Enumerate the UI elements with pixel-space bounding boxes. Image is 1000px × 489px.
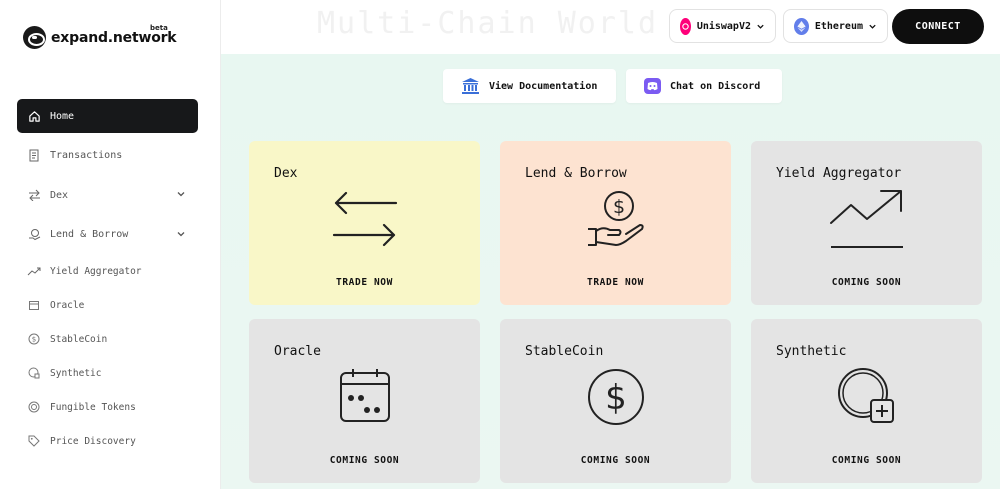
sidebar-item-dex[interactable]: Dex — [17, 178, 198, 212]
sidebar-nav: Home Transactions Dex Lend & Borrow Yiel… — [17, 99, 198, 461]
card-title: Oracle — [274, 344, 321, 359]
chevron-down-icon — [868, 22, 877, 31]
calendar-icon — [249, 367, 480, 425]
receipt-icon — [27, 149, 41, 163]
sidebar-item-label: Dex — [50, 189, 69, 201]
card-title: StableCoin — [525, 344, 604, 359]
beta-badge: beta — [150, 24, 168, 32]
header-ghost-title: Multi-Chain World — [317, 6, 659, 41]
chevron-down-icon[interactable] — [176, 229, 186, 239]
top-header: Multi-Chain World UniswapV2 Ethereum — [221, 0, 1000, 54]
ethereum-icon — [794, 17, 809, 35]
tag-icon — [27, 434, 41, 448]
sidebar-item-stablecoin[interactable]: $ StableCoin — [17, 325, 198, 353]
protocol-select-value: UniswapV2 — [696, 20, 751, 32]
sidebar-item-yield-aggregator[interactable]: Yield Aggregator — [17, 257, 198, 285]
chat-on-discord-label: Chat on Discord — [670, 80, 761, 92]
swap-icon — [27, 188, 41, 202]
card-cta: COMING SOON — [580, 455, 651, 466]
sidebar-item-label: StableCoin — [50, 333, 108, 345]
svg-text:$: $ — [605, 378, 627, 418]
card-oracle[interactable]: Oracle COMING SOON — [249, 319, 480, 483]
chain-select-value: Ethereum — [814, 20, 863, 32]
svg-text:$: $ — [32, 336, 36, 344]
card-cta: COMING SOON — [831, 455, 902, 466]
sidebar-item-label: Lend & Borrow — [50, 229, 129, 241]
sidebar-item-label: Fungible Tokens — [50, 401, 136, 413]
logo[interactable]: expand.network beta — [23, 24, 177, 49]
card-synthetic[interactable]: Synthetic COMING SOON — [751, 319, 982, 483]
sidebar-item-price-discovery[interactable]: Price Discovery — [17, 427, 198, 455]
coin-hand-icon: $ — [500, 189, 731, 249]
dollar-icon: $ — [27, 332, 41, 346]
card-title: Yield Aggregator — [776, 166, 902, 181]
chevron-down-icon[interactable] — [176, 189, 186, 199]
chevron-down-icon — [756, 22, 765, 31]
home-icon — [27, 109, 41, 123]
token-icon — [27, 400, 41, 414]
card-cta[interactable]: TRADE NOW — [500, 277, 731, 288]
card-cta: COMING SOON — [831, 277, 902, 288]
sidebar-item-fungible-tokens[interactable]: Fungible Tokens — [17, 393, 198, 421]
calendar-icon — [27, 298, 41, 312]
chat-on-discord-button[interactable]: Chat on Discord — [626, 69, 782, 103]
card-title: Synthetic — [776, 344, 847, 359]
sidebar-item-label: Home — [50, 110, 75, 122]
sidebar-item-transactions[interactable]: Transactions — [17, 139, 198, 173]
card-yield-aggregator[interactable]: Yield Aggregator COMING SOON — [751, 141, 982, 305]
sidebar-item-label: Synthetic — [50, 367, 102, 379]
card-title: Lend & Borrow — [525, 166, 627, 181]
card-stablecoin[interactable]: StableCoin $ COMING SOON — [500, 319, 731, 483]
card-cta[interactable]: TRADE NOW — [249, 277, 480, 288]
sidebar: expand.network beta Home Transactions De… — [0, 0, 221, 489]
sidebar-item-synthetic[interactable]: Synthetic — [17, 359, 198, 387]
synthetic-coin-icon — [751, 367, 982, 427]
card-lend-borrow[interactable]: Lend & Borrow $ TRADE NOW — [500, 141, 731, 305]
sidebar-item-label: Transactions — [50, 150, 123, 162]
card-cta: COMING SOON — [329, 455, 400, 466]
synthetic-icon — [27, 366, 41, 380]
coins-icon — [27, 228, 41, 242]
uniswap-icon — [680, 17, 691, 35]
sidebar-item-home[interactable]: Home — [17, 99, 198, 133]
connect-button[interactable]: CONNECT — [892, 9, 984, 44]
card-dex[interactable]: Dex TRADE NOW — [249, 141, 480, 305]
dollar-circle-icon: $ — [500, 367, 731, 427]
sidebar-item-lend-borrow[interactable]: Lend & Borrow — [17, 218, 198, 252]
bank-icon — [461, 77, 480, 95]
view-documentation-label: View Documentation — [489, 80, 598, 92]
sidebar-item-label: Yield Aggregator — [50, 265, 142, 277]
swap-arrows-icon — [249, 189, 480, 247]
protocol-select[interactable]: UniswapV2 — [669, 9, 776, 43]
trend-chart-icon — [751, 189, 982, 251]
discord-icon — [644, 78, 661, 94]
logo-icon — [23, 26, 46, 49]
chain-select[interactable]: Ethereum — [783, 9, 888, 43]
trend-icon — [27, 264, 41, 278]
view-documentation-button[interactable]: View Documentation — [443, 69, 616, 103]
card-title: Dex — [274, 166, 298, 181]
sidebar-item-label: Oracle — [50, 299, 85, 311]
sidebar-item-oracle[interactable]: Oracle — [17, 291, 198, 319]
svg-text:$: $ — [612, 196, 624, 218]
sidebar-item-label: Price Discovery — [50, 435, 136, 447]
